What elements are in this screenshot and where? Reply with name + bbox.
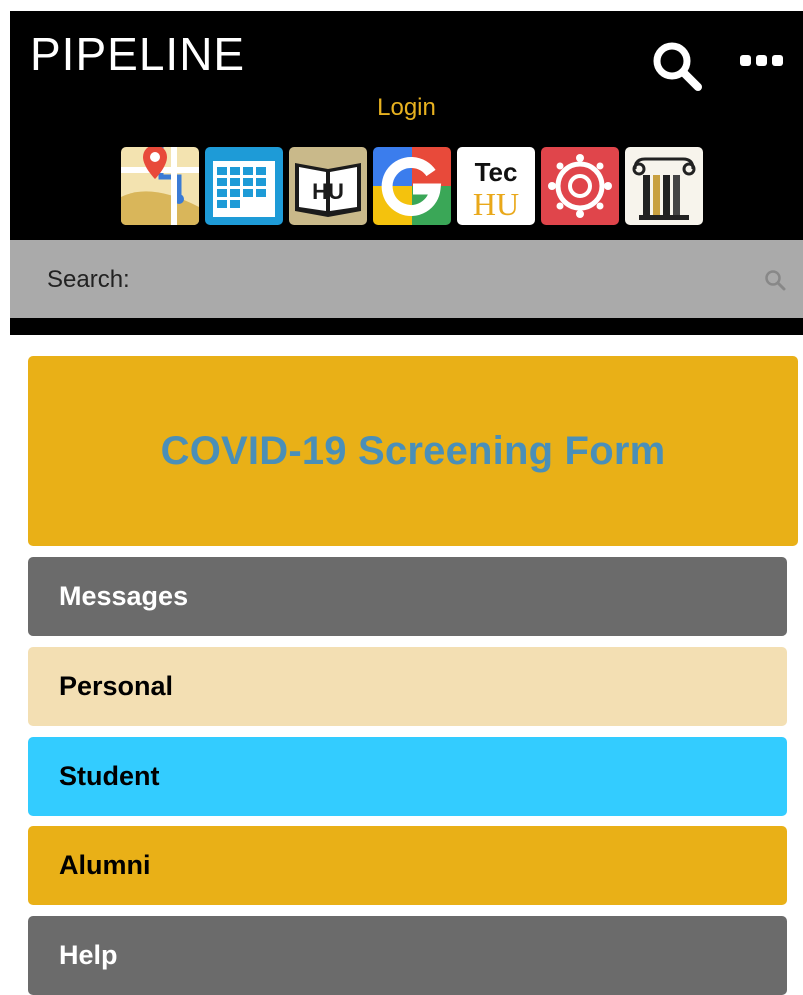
login-link[interactable]: Login — [10, 94, 803, 122]
nav-help-label: Help — [59, 940, 118, 970]
calendar-app-button[interactable] — [205, 147, 283, 225]
tec-hu-app-button[interactable]: Tec HU — [457, 147, 535, 225]
nav-personal-button[interactable]: Personal — [28, 647, 787, 726]
map-pin-icon — [121, 147, 199, 225]
nav-help-button[interactable]: Help — [28, 916, 787, 995]
nav-alumni-button[interactable]: Alumni — [28, 826, 787, 905]
nav-messages-button[interactable]: Messages — [28, 557, 787, 636]
nav-student-button[interactable]: Student — [28, 737, 787, 816]
library-app-button[interactable] — [625, 147, 703, 225]
more-options-icon[interactable] — [737, 47, 787, 73]
search-submit-icon[interactable] — [764, 269, 786, 291]
calendar-icon — [205, 147, 283, 225]
hu-book-app-button[interactable]: HU — [289, 147, 367, 225]
google-app-button[interactable] — [373, 147, 451, 225]
nav-personal-label: Personal — [59, 671, 174, 701]
canvas-app-button[interactable] — [541, 147, 619, 225]
covid-screening-button[interactable]: COVID-19 Screening Form — [28, 356, 798, 546]
search-icon[interactable] — [650, 39, 704, 93]
map-app-button[interactable] — [121, 147, 199, 225]
search-label: Search: — [47, 266, 130, 293]
tec-hu-icon: Tec HU — [457, 147, 535, 225]
nav-alumni-label: Alumni — [59, 850, 151, 880]
tec-text: Tec — [475, 157, 518, 187]
nav-student-label: Student — [59, 761, 160, 791]
canvas-icon — [541, 147, 619, 225]
hu-text: HU — [473, 186, 519, 222]
top-header: PIPELINE Login HU Tec HU — [10, 11, 803, 240]
open-book-icon: HU — [289, 147, 367, 225]
nav-messages-label: Messages — [59, 581, 189, 611]
search-input[interactable] — [150, 258, 754, 300]
search-bar: Search: — [10, 240, 803, 318]
brand-title[interactable]: PIPELINE — [30, 31, 245, 77]
covid-screening-title: COVID-19 Screening Form — [160, 428, 666, 473]
library-column-icon — [625, 147, 703, 225]
svg-text:HU: HU — [312, 179, 344, 204]
google-g-icon — [373, 147, 451, 225]
header-bottom-divider — [10, 318, 803, 335]
